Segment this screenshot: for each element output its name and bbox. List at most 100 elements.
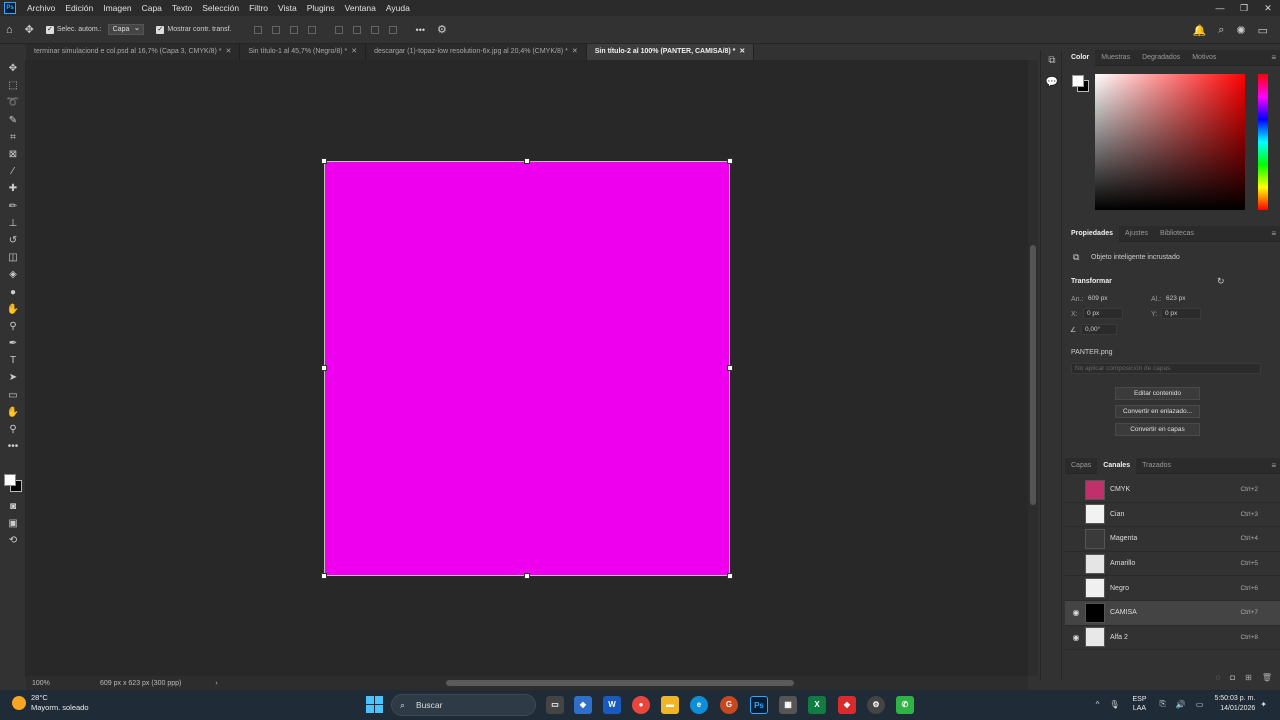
home-icon[interactable]: ⌂	[6, 24, 13, 36]
lasso-tool-icon[interactable]: ➰	[0, 94, 26, 111]
transform-handle[interactable]	[321, 573, 327, 579]
close-icon[interactable]: ✕	[572, 48, 578, 55]
bell-icon[interactable]: 🔔	[1193, 24, 1207, 37]
menu-capa[interactable]: Capa	[137, 3, 167, 13]
channel-row-negro[interactable]: Negro Ctrl+6	[1065, 576, 1280, 601]
tab-properties[interactable]: Propiedades	[1065, 225, 1120, 242]
channel-row-amarillo[interactable]: Amarillo Ctrl+5	[1065, 552, 1280, 577]
language-indicator[interactable]: ESP LAA	[1132, 695, 1146, 713]
tab-channels[interactable]: Canales	[1097, 457, 1137, 474]
channel-row-camisa[interactable]: ◉ CAMISA Ctrl+7	[1065, 601, 1280, 626]
blur-tool-icon[interactable]: ●	[0, 283, 26, 300]
tab-paths[interactable]: Trazados	[1136, 458, 1177, 474]
align-top-icon[interactable]	[334, 25, 343, 34]
foreground-color-swatch[interactable]	[1072, 75, 1084, 87]
autoselect-checkbox[interactable]: ✓ Selec. autom.:	[45, 25, 102, 34]
panel-menu-icon[interactable]: ≡	[1271, 50, 1276, 66]
status-arrow-icon[interactable]: ›	[215, 680, 217, 687]
edge-icon[interactable]: e	[690, 696, 708, 714]
menu-ventana[interactable]: Ventana	[340, 3, 381, 13]
channel-row-alfa-2[interactable]: ◉ Alfa 2 Ctrl+8	[1065, 626, 1280, 651]
taskbar-search[interactable]: ⌕ Buscar	[391, 694, 536, 716]
windows-start-icon[interactable]	[366, 696, 384, 714]
scroll-thumb[interactable]	[1030, 245, 1036, 505]
app-red-icon[interactable]: ◆	[838, 696, 856, 714]
notification-icon[interactable]: ✦	[1260, 700, 1267, 709]
rectangle-tool-icon[interactable]: ▭	[0, 387, 26, 404]
transform-handle[interactable]	[727, 365, 733, 371]
horizontal-scrollbar[interactable]	[446, 680, 794, 686]
tab-color[interactable]: Color	[1065, 49, 1096, 66]
quick-mask-icon[interactable]: ◙	[0, 498, 26, 515]
quick-select-tool-icon[interactable]: ✎	[0, 112, 26, 129]
align-center-icon[interactable]	[271, 25, 280, 34]
tab-layers[interactable]: Capas	[1065, 458, 1097, 474]
close-icon[interactable]: ✕	[226, 48, 232, 55]
marquee-tool-icon[interactable]: ⬚	[0, 77, 26, 94]
search-icon[interactable]: ⌕	[1218, 24, 1224, 37]
tab-doc-2[interactable]: Sin título-1 al 45,7% (Negro/8) * ✕	[240, 44, 367, 60]
transform-handle[interactable]	[524, 158, 530, 164]
distribute-vertical-icon[interactable]	[388, 25, 397, 34]
align-right-icon[interactable]	[289, 25, 298, 34]
gear-icon[interactable]: ⚙	[437, 23, 447, 36]
copilot-icon[interactable]: ◆	[574, 696, 592, 714]
tab-doc-1[interactable]: terminar simulaciond e col.psd al 16,7% …	[26, 44, 241, 60]
word-icon[interactable]: W	[603, 696, 621, 714]
align-middle-icon[interactable]	[352, 25, 361, 34]
tab-patterns[interactable]: Motivos	[1186, 50, 1222, 66]
tab-libraries[interactable]: Bibliotecas	[1154, 226, 1200, 242]
vertical-scrollbar[interactable]	[1028, 60, 1038, 676]
discover-icon[interactable]: ✺	[1236, 24, 1245, 37]
screen-mode-icon[interactable]: ▣	[0, 515, 26, 532]
transform-handle[interactable]	[727, 573, 733, 579]
weather-widget[interactable]: 28°C Mayorm. soleado	[12, 693, 89, 713]
type-tool-icon[interactable]: T	[0, 352, 26, 369]
menu-imagen[interactable]: Imagen	[98, 3, 136, 13]
crop-tool-icon[interactable]: ⌗	[0, 129, 26, 146]
menu-plugins[interactable]: Plugins	[302, 3, 340, 13]
transform-handle[interactable]	[321, 158, 327, 164]
tab-doc-3[interactable]: descargar (1)-topaz-low resolution-6x.jp…	[366, 44, 587, 60]
calculator-icon[interactable]: ▦	[779, 696, 797, 714]
app-gear-icon[interactable]: ⚙	[867, 696, 885, 714]
hand-tool-icon[interactable]: ✋	[0, 404, 26, 421]
more-tools-icon[interactable]: •••	[0, 438, 26, 455]
channel-row-cian[interactable]: Cian Ctrl+3	[1065, 503, 1280, 528]
save-selection-icon[interactable]: ◘	[1230, 673, 1235, 682]
menu-archivo[interactable]: Archivo	[22, 3, 60, 13]
align-bottom-icon[interactable]	[370, 25, 379, 34]
show-transform-checkbox[interactable]: ✓ Mostrar contr. transf.	[156, 25, 232, 34]
angle-field[interactable]: 0,00°	[1081, 324, 1117, 335]
app-g-icon[interactable]: G	[720, 696, 738, 714]
panel-menu-icon[interactable]: ≡	[1271, 226, 1276, 242]
network-icon[interactable]: ⎘	[1160, 699, 1166, 709]
more-options-icon[interactable]: •••	[416, 25, 425, 35]
zoom-tool-icon[interactable]: ⚲	[0, 421, 26, 438]
path-select-icon[interactable]: ➤	[0, 369, 26, 386]
sponge-tool-icon[interactable]: ⚲	[0, 318, 26, 335]
menu-seleccion[interactable]: Selección	[197, 3, 244, 13]
close-icon[interactable]: ✕	[739, 48, 745, 55]
healing-brush-icon[interactable]: ✚	[0, 180, 26, 197]
reset-icon[interactable]: ↻	[1217, 276, 1225, 287]
layer-comp-dropdown[interactable]: No aplicar composición de capas	[1071, 363, 1261, 374]
channel-row-cmyk[interactable]: CMYK Ctrl+2	[1065, 478, 1280, 503]
excel-icon[interactable]: X	[808, 696, 826, 714]
panel-menu-icon[interactable]: ≡	[1271, 458, 1276, 474]
phone-app-icon[interactable]: ✆	[896, 696, 914, 714]
eyedropper-tool-icon[interactable]: ⁄	[0, 163, 26, 180]
task-view-icon[interactable]: ▭	[546, 696, 564, 714]
menu-edicion[interactable]: Edición	[60, 3, 98, 13]
autoselect-dropdown[interactable]: Capa	[107, 23, 145, 35]
pen-tool-icon[interactable]: ✒	[0, 335, 26, 352]
chrome-icon[interactable]: ●	[632, 696, 650, 714]
eye-icon[interactable]: ◉	[1068, 633, 1084, 642]
eraser-tool-icon[interactable]: ◫	[0, 249, 26, 266]
height-field[interactable]: 623 px	[1163, 294, 1201, 305]
distribute-icon[interactable]	[307, 25, 316, 34]
move-tool-icon[interactable]: ✥	[0, 60, 26, 77]
workspace-icon[interactable]: ▭	[1258, 24, 1268, 37]
tab-doc-4[interactable]: Sin título-2 al 100% (PANTER, CAMISA/8) …	[586, 44, 755, 60]
close-icon[interactable]: ✕	[1256, 0, 1280, 16]
